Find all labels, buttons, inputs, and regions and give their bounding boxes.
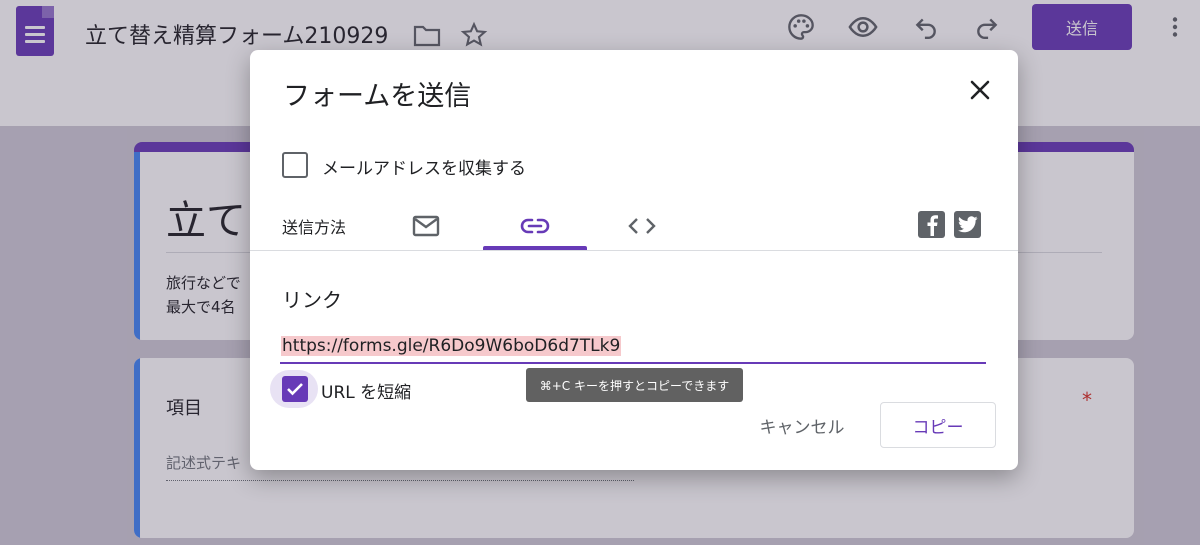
- shorten-url-checkbox[interactable]: [282, 376, 308, 402]
- collect-email-label[interactable]: メールアドレスを収集する: [322, 154, 526, 179]
- checkmark-icon: [287, 383, 303, 396]
- email-icon: [412, 215, 440, 237]
- twitter-icon: [957, 216, 978, 233]
- close-button[interactable]: [962, 72, 998, 108]
- copy-button[interactable]: コピー: [880, 402, 996, 448]
- dialog-title: フォームを送信: [283, 81, 472, 112]
- close-icon: [970, 80, 990, 100]
- tab-divider: [250, 250, 1018, 251]
- send-via-label: 送信方法: [282, 218, 347, 237]
- copy-shortcut-tooltip: ⌘+C キーを押すとコピーできます: [526, 368, 743, 402]
- send-form-dialog: フォームを送信 メールアドレスを収集する 送信方法 リンク https://fo…: [250, 50, 1018, 470]
- tab-email[interactable]: [400, 202, 452, 250]
- facebook-icon: [927, 214, 938, 236]
- tab-link[interactable]: [483, 202, 587, 250]
- collect-email-checkbox[interactable]: [282, 152, 308, 178]
- twitter-share-button[interactable]: [954, 211, 981, 238]
- shorten-url-label[interactable]: URL を短縮: [321, 378, 411, 403]
- link-icon: [520, 218, 550, 234]
- embed-code-icon: [628, 218, 656, 234]
- facebook-share-button[interactable]: [918, 211, 945, 238]
- form-url-field[interactable]: https://forms.gle/R6Do9W6boD6d7TLk9: [280, 336, 986, 364]
- tab-embed[interactable]: [616, 202, 668, 250]
- cancel-button[interactable]: キャンセル: [744, 403, 860, 447]
- link-section-label: リンク: [282, 288, 342, 312]
- form-url-text[interactable]: https://forms.gle/R6Do9W6boD6d7TLk9: [281, 336, 622, 356]
